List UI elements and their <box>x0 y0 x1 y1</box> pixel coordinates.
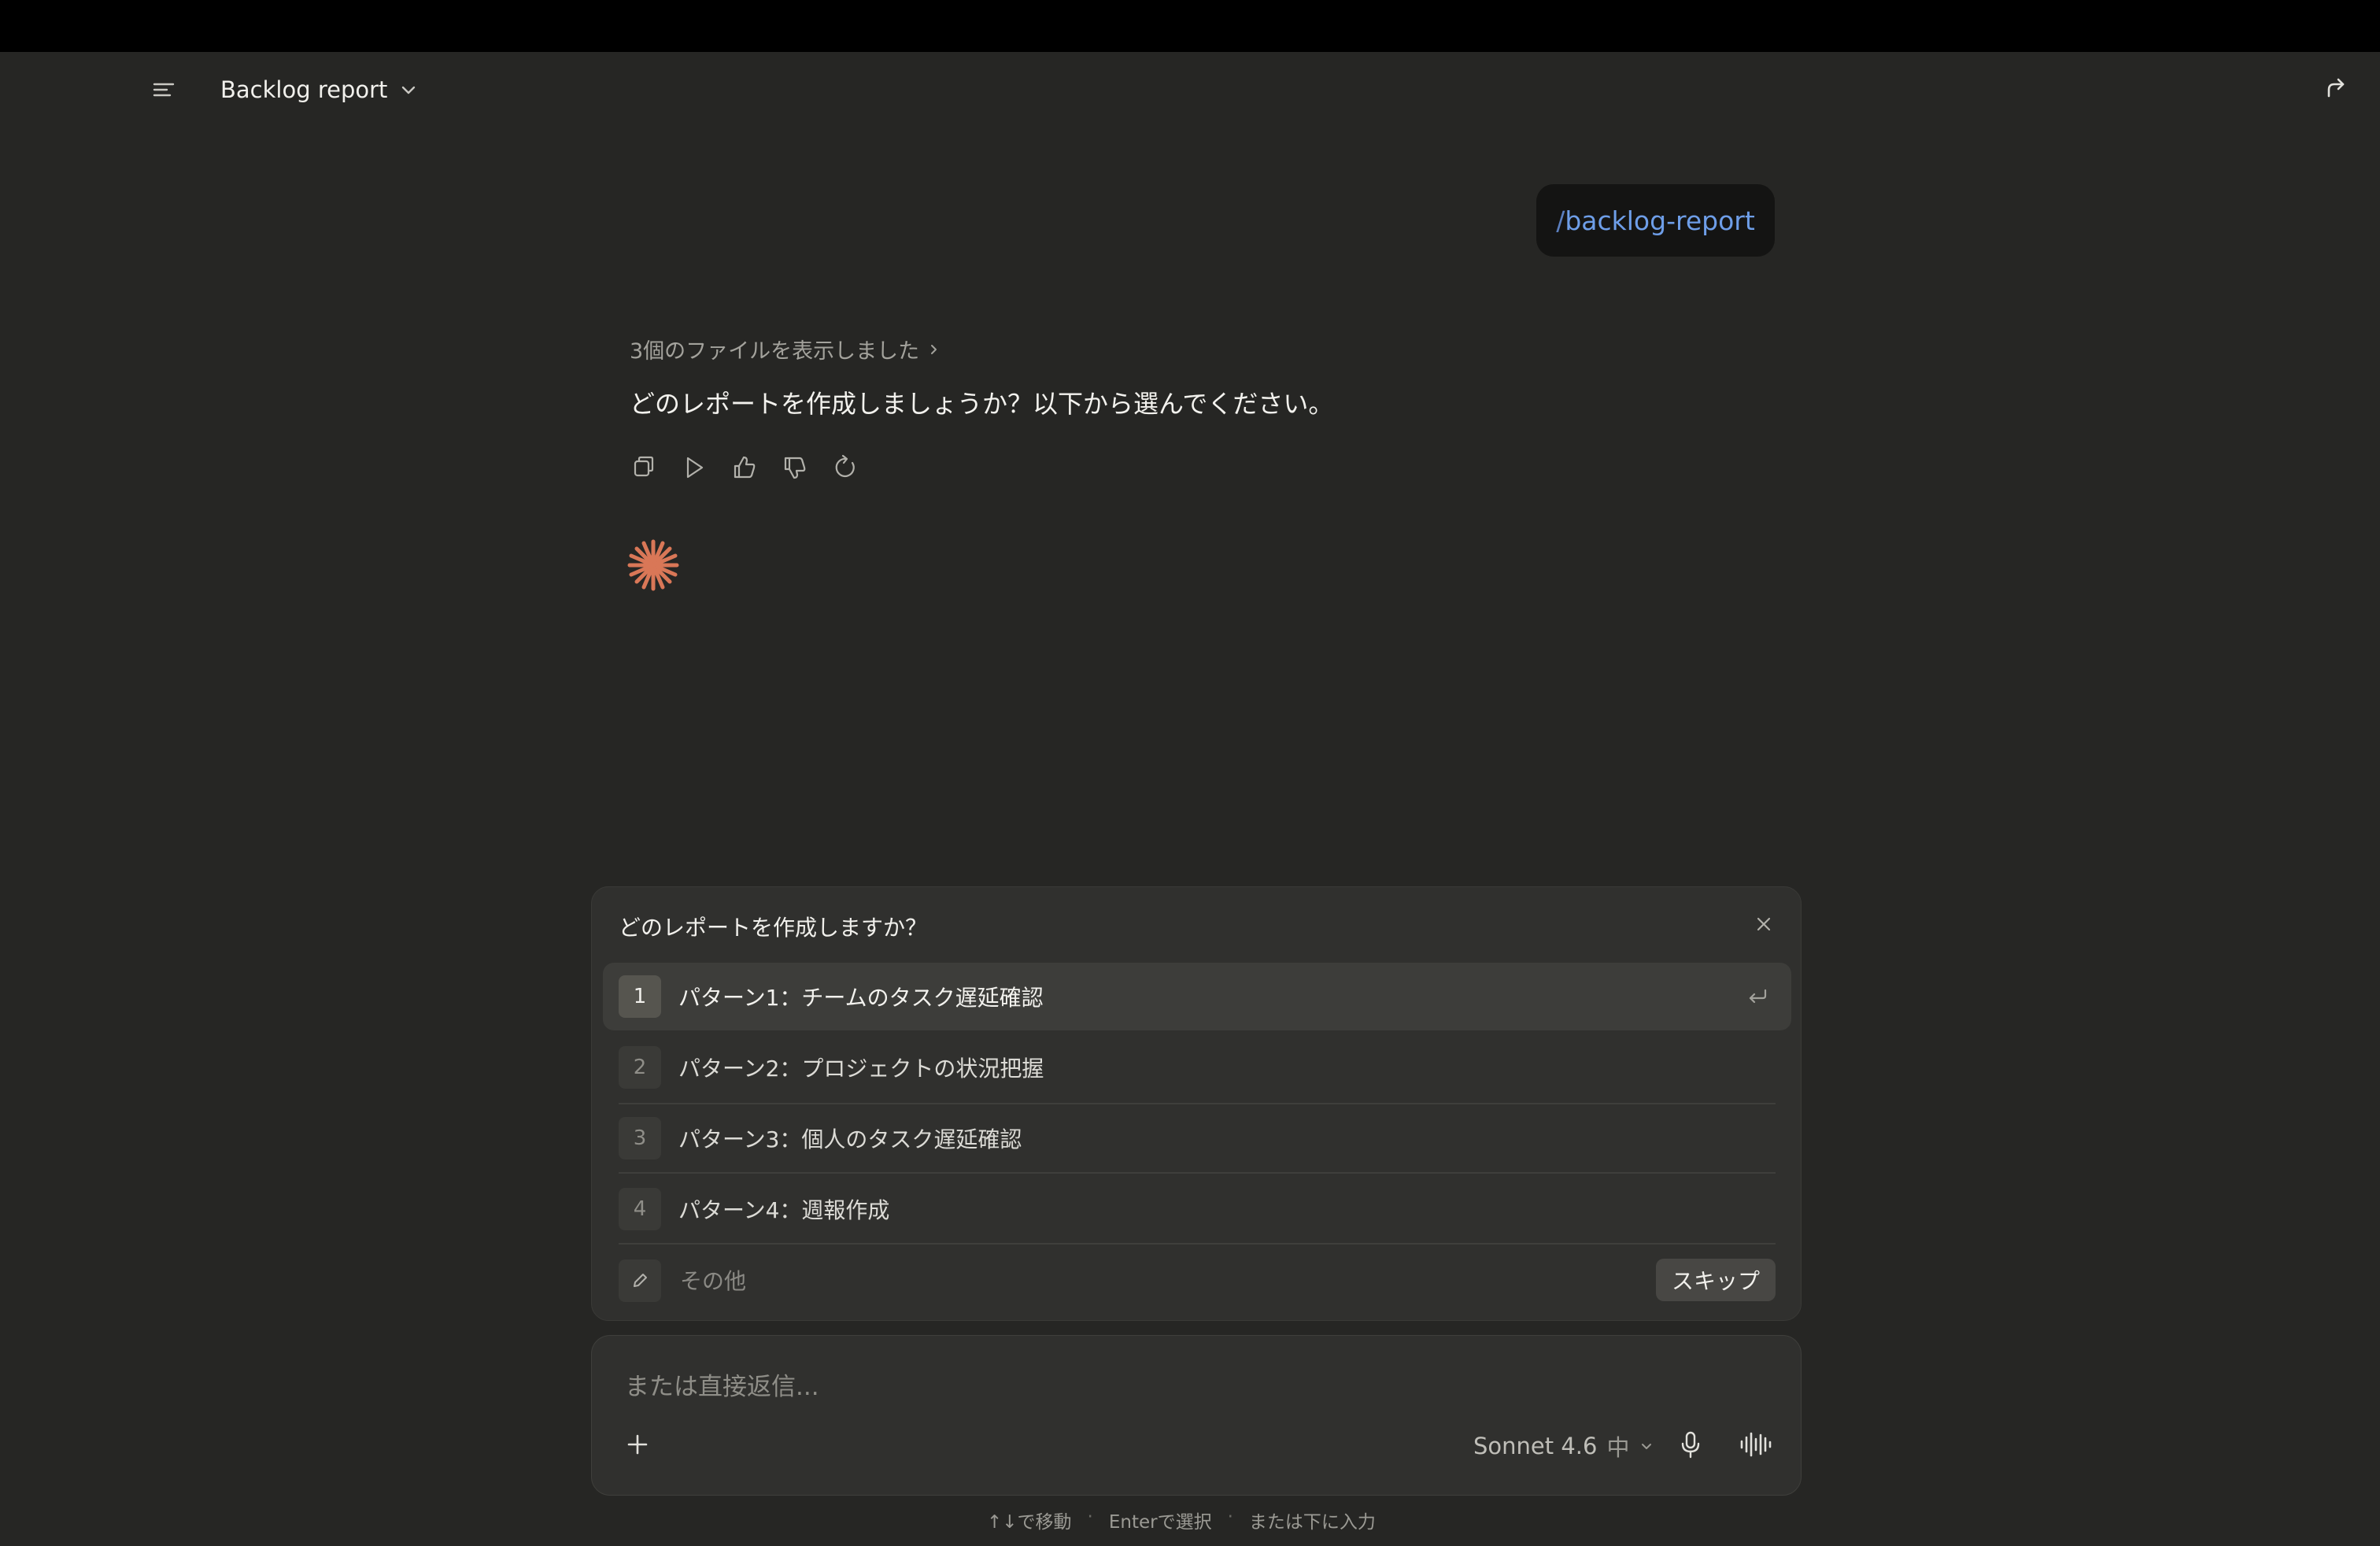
files-viewed-label: 3個のファイルを表示しました <box>630 339 920 364</box>
claude-spark-icon <box>625 537 682 594</box>
microphone-icon[interactable] <box>1676 1429 1705 1460</box>
option-1[interactable]: 1 パターン1：チームのタスク遅延確認 <box>603 963 1791 1030</box>
option-3[interactable]: 3 パターン3：個人のタスク遅延確認 <box>603 1104 1791 1172</box>
effort-level: 中 <box>1606 1434 1630 1461</box>
option-label: パターン1：チームのタスク遅延確認 <box>678 985 1044 1011</box>
copy-icon[interactable] <box>628 452 660 483</box>
voice-mode-icon[interactable] <box>1738 1430 1774 1459</box>
option-label: パターン4：週報作成 <box>678 1197 890 1223</box>
sidebar-toggle-icon[interactable] <box>150 79 178 101</box>
user-message-bubble: / backlog-report <box>1536 184 1775 257</box>
pencil-icon <box>619 1259 661 1302</box>
play-icon[interactable] <box>678 452 710 483</box>
option-label: パターン2：プロジェクトの状況把握 <box>678 1056 1044 1082</box>
option-divider <box>619 1172 1776 1174</box>
enter-key-icon <box>1746 986 1769 1008</box>
option-number: 3 <box>619 1117 661 1160</box>
hint-input: または下に入力 <box>1248 1512 1376 1533</box>
other-answer-row: スキップ <box>603 1251 1791 1311</box>
chat-title: Backlog report <box>220 76 388 103</box>
hint-move: ↑↓で移動 <box>987 1512 1072 1533</box>
command-name[interactable]: backlog-report <box>1565 205 1754 236</box>
option-2[interactable]: 2 パターン2：プロジェクトの状況把握 <box>603 1034 1791 1101</box>
option-divider <box>619 1243 1776 1245</box>
option-label: パターン3：個人のタスク遅延確認 <box>678 1126 1022 1152</box>
chevron-down-icon <box>1639 1438 1654 1454</box>
other-answer-input[interactable] <box>678 1260 1547 1301</box>
question-title: どのレポートを作成しますか？ <box>619 915 928 941</box>
assistant-message: どのレポートを作成しましょうか？以下から選んでください。 <box>630 389 1334 419</box>
option-number: 2 <box>619 1046 661 1089</box>
hint-separator: · <box>1087 1507 1093 1527</box>
chevron-right-icon <box>927 342 941 357</box>
model-name: Sonnet 4.6 <box>1473 1433 1598 1459</box>
chevron-down-icon <box>398 80 419 100</box>
message-actions <box>628 452 861 483</box>
plus-icon[interactable] <box>623 1430 652 1459</box>
message-composer: Sonnet 4.6 中 <box>591 1335 1802 1496</box>
question-panel: どのレポートを作成しますか？ 1 パターン1：チームのタスク遅延確認 2 パター… <box>591 886 1802 1321</box>
files-viewed-toggle[interactable]: 3個のファイルを表示しました <box>630 334 941 364</box>
model-selector[interactable]: Sonnet 4.6 中 <box>1473 1430 1654 1462</box>
keyboard-hints: ↑↓で移動 · Enterで選択 · または下に入力 <box>987 1507 1376 1533</box>
command-slash: / <box>1556 205 1565 236</box>
hint-select: Enterで選択 <box>1108 1512 1212 1533</box>
window-top-bar <box>0 0 2380 52</box>
hint-separator: · <box>1227 1507 1233 1527</box>
thumbs-down-icon[interactable] <box>779 452 811 483</box>
option-number: 1 <box>619 975 661 1018</box>
share-icon[interactable] <box>2322 74 2350 102</box>
close-icon[interactable] <box>1754 914 1774 934</box>
option-number: 4 <box>619 1188 661 1230</box>
thumbs-up-icon[interactable] <box>729 452 760 483</box>
chat-title-menu[interactable]: Backlog report <box>220 71 419 109</box>
skip-button[interactable]: スキップ <box>1655 1259 1776 1301</box>
option-4[interactable]: 4 パターン4：週報作成 <box>603 1175 1791 1243</box>
retry-icon[interactable] <box>830 452 861 483</box>
reply-input[interactable] <box>623 1364 1728 1410</box>
